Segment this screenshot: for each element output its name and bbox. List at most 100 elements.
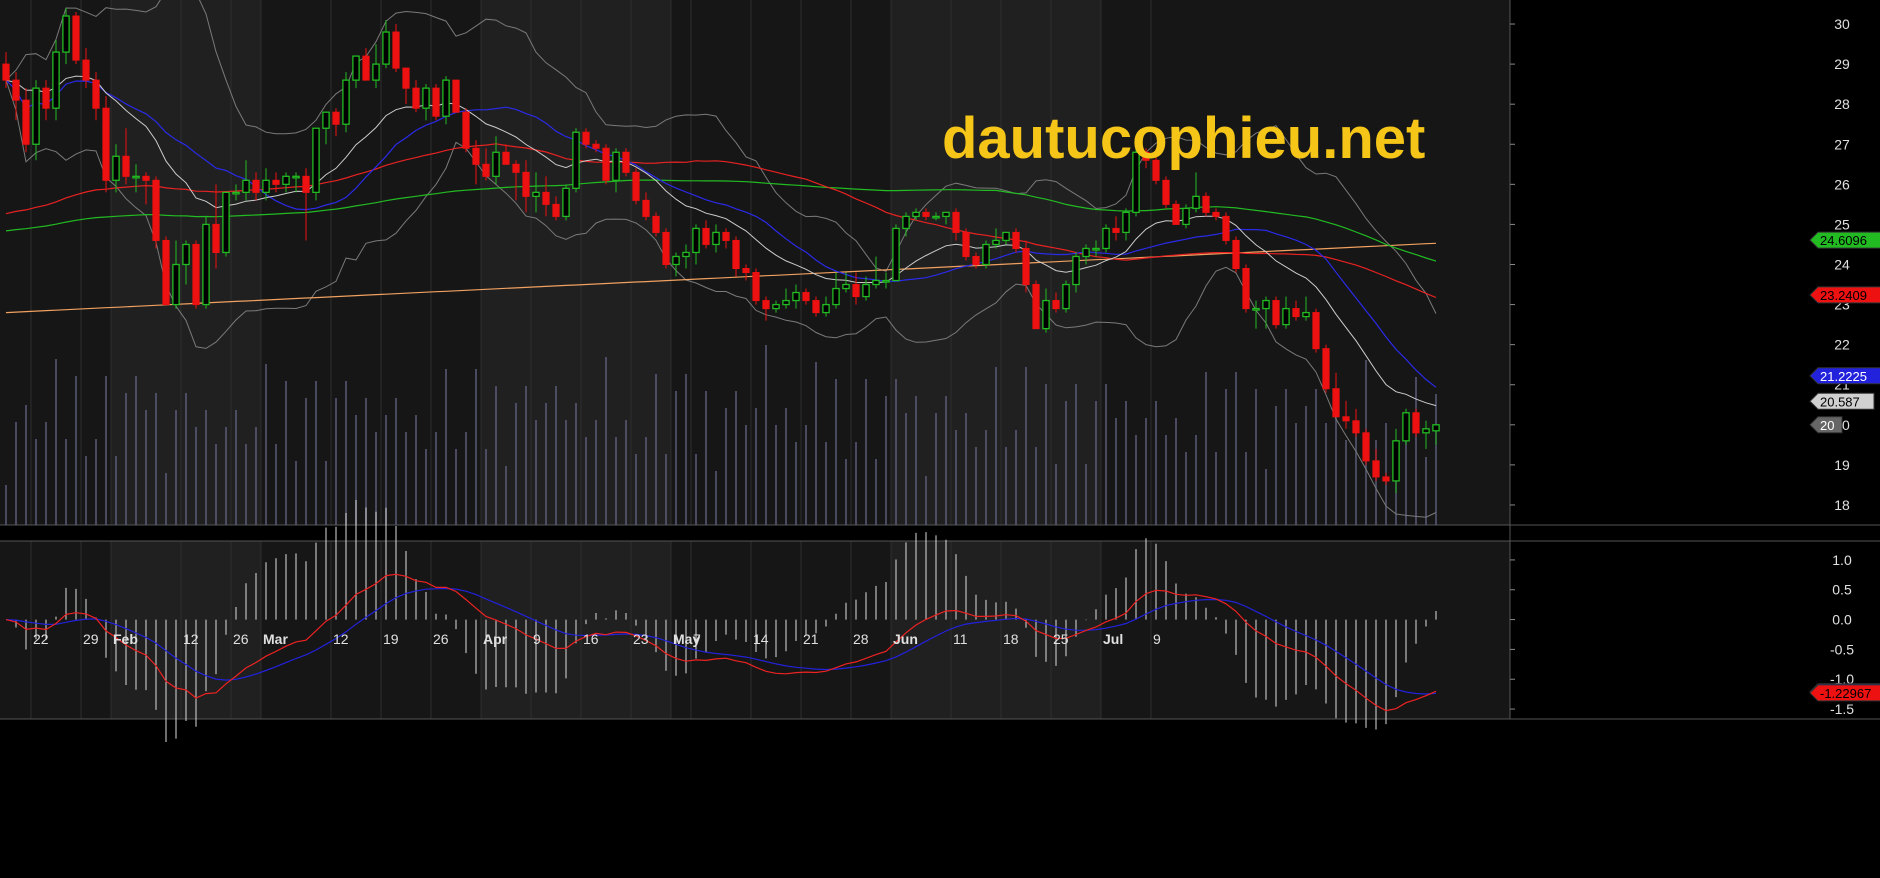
candle-up <box>872 279 880 286</box>
candle-down <box>102 107 110 181</box>
candle-up <box>322 111 330 129</box>
price-tick-label: 26 <box>1834 176 1850 192</box>
macd-tick-label: -1.5 <box>1830 701 1854 717</box>
macd-tick-label: 0.5 <box>1832 582 1852 598</box>
candle-down <box>412 87 420 109</box>
date-label: Jul <box>1103 631 1123 647</box>
candle-down <box>632 171 640 201</box>
candle-up <box>562 187 570 218</box>
candle-down <box>1382 476 1390 482</box>
candle-up <box>842 283 850 290</box>
price-tick-label: 22 <box>1834 337 1850 353</box>
candle-up <box>982 243 990 266</box>
candle-down <box>852 284 860 298</box>
candle-down <box>362 55 370 81</box>
price-tick-label: 18 <box>1834 497 1850 513</box>
price-tick-label: 30 <box>1834 16 1850 32</box>
candle-down <box>742 268 750 274</box>
stock-chart[interactable]: 18 19 20 21 22 23 24 25 26 27 28 29 30 1.0 0.5 0.0 -0.5 -… <box>0 0 1880 878</box>
candle-down <box>1372 460 1380 478</box>
date-label: 28 <box>853 631 869 647</box>
candle-down <box>762 300 770 310</box>
candle-down <box>402 67 410 89</box>
candle-down <box>1352 420 1360 434</box>
candle-down <box>432 87 440 117</box>
candle-up <box>1252 307 1260 311</box>
date-label: 26 <box>433 631 449 647</box>
candle-down <box>1292 308 1300 318</box>
candle-up <box>312 127 320 194</box>
candle-down <box>962 231 970 257</box>
candle-down <box>1022 247 1030 286</box>
candle-down <box>922 211 930 217</box>
candle-up <box>822 303 830 314</box>
candle-up <box>942 211 950 218</box>
candle-down <box>732 239 740 270</box>
candle-up <box>1402 412 1410 442</box>
candle-up <box>1182 207 1190 226</box>
candle-up <box>132 175 140 179</box>
candle-down <box>602 147 610 181</box>
candle-down <box>702 227 710 245</box>
candle-down <box>1412 412 1420 434</box>
candle-down <box>122 155 130 177</box>
candle-up <box>532 191 540 198</box>
candle-down <box>542 191 550 205</box>
candle-up <box>442 79 450 117</box>
candle-down <box>622 151 630 173</box>
date-label: 7 <box>693 631 701 647</box>
candle-down <box>662 231 670 265</box>
candle-up <box>932 215 940 219</box>
candle-down <box>972 255 980 265</box>
candle-down <box>1342 416 1350 422</box>
candle-up <box>1302 311 1310 318</box>
candle-up <box>1262 299 1270 310</box>
candle-up <box>772 303 780 310</box>
candle-down <box>1012 231 1020 249</box>
date-label: Feb <box>113 631 138 647</box>
date-label: 12 <box>333 631 349 647</box>
candle-down <box>552 203 560 217</box>
candle-up <box>1092 247 1100 251</box>
candle-up <box>912 211 920 218</box>
candle-down <box>392 31 400 69</box>
candle-down <box>302 175 310 193</box>
date-label: 9 <box>533 631 541 647</box>
candle-up <box>352 55 360 81</box>
candle-up <box>1282 307 1290 326</box>
chart-background <box>0 0 1880 878</box>
candle-up <box>792 291 800 302</box>
candle-up <box>1422 428 1430 434</box>
watermark: dautucophieu.net <box>942 106 1425 171</box>
candle-up <box>1082 247 1090 258</box>
date-label: 9 <box>1153 631 1161 647</box>
candle-up <box>862 283 870 298</box>
candle-up <box>292 175 300 179</box>
candle-up <box>682 251 690 258</box>
candle-up <box>692 227 700 254</box>
candle-down <box>802 292 810 302</box>
date-label: 12 <box>183 631 199 647</box>
candle-up <box>1432 424 1440 432</box>
candle-down <box>482 163 490 177</box>
candle-down <box>1112 227 1120 233</box>
candle-up <box>572 131 580 189</box>
candle-down <box>1272 300 1280 326</box>
candle-up <box>1192 195 1200 210</box>
date-label: 18 <box>1003 631 1019 647</box>
candle-down <box>812 300 820 314</box>
candle-up <box>992 239 1000 246</box>
candle-up <box>892 227 900 282</box>
price-tag-text: 23.2409 <box>1820 288 1867 303</box>
candle-up <box>1072 255 1080 286</box>
date-label: 29 <box>83 631 99 647</box>
price-tick-label: 24 <box>1834 256 1850 272</box>
macd-tag-text: -1.22967 <box>1820 686 1871 701</box>
candle-down <box>12 79 20 101</box>
candle-up <box>112 155 120 181</box>
candle-down <box>752 272 760 302</box>
price-tick-label: 28 <box>1834 96 1850 112</box>
price-tag-text: 20.587 <box>1820 394 1860 409</box>
candle-down <box>512 163 520 173</box>
candle-down <box>152 179 160 241</box>
